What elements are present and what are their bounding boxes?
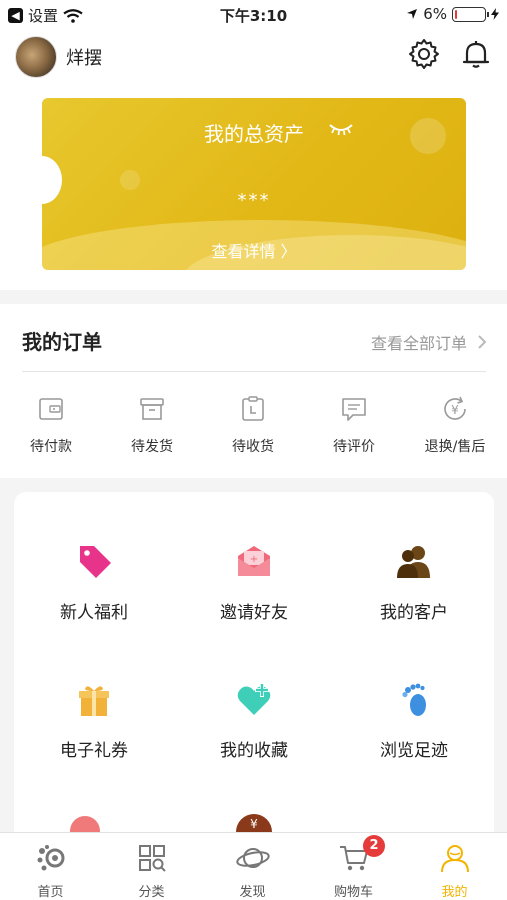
order-pending-receipt[interactable]: 待收货 <box>208 394 298 456</box>
people-icon <box>397 546 430 578</box>
order-after-sales[interactable]: ¥ 退换/售后 <box>410 394 500 456</box>
service-e-gift-cards[interactable]: 电子礼券 <box>14 680 174 761</box>
partial-yen-icon[interactable]: ¥ <box>236 814 272 832</box>
assets-value: *** <box>237 190 271 211</box>
battery-icon <box>452 6 489 22</box>
clipboard-clock-icon <box>242 396 264 421</box>
charging-bolt-icon <box>491 8 499 20</box>
avatar[interactable] <box>15 36 57 78</box>
tab-home[interactable]: 首页 <box>0 841 101 900</box>
service-label: 新人福利 <box>60 603 128 623</box>
yen-refresh-icon: ¥ <box>444 396 466 420</box>
bottom-tab-bar: 首页 分类 发现 2 购物车 我的 <box>0 832 507 900</box>
services-grid: 新人福利 + 邀请好友 我的客户 电子礼券 我的收藏 浏览足迹 ¥ <box>14 492 494 852</box>
service-label: 浏览足迹 <box>380 741 448 761</box>
order-pending-review[interactable]: 待评价 <box>309 394 399 456</box>
view-all-orders-label: 查看全部订单 <box>370 334 467 353</box>
planet-icon <box>235 848 270 868</box>
orders-section: 我的订单 查看全部订单 待付款 待发货 待收货 待评价 ¥ 退换/售后 <box>0 304 507 478</box>
order-pending-payment[interactable]: 待付款 <box>6 394 96 456</box>
gear-icon[interactable] <box>408 38 440 70</box>
view-details-link[interactable]: 查看详情 〉 <box>42 238 466 262</box>
service-label: 邀请好友 <box>220 603 288 623</box>
partial-service-icon[interactable] <box>70 816 100 832</box>
order-label: 待评价 <box>333 439 375 455</box>
order-label: 待付款 <box>30 439 72 455</box>
tab-label: 发现 <box>239 885 266 900</box>
tab-discover[interactable]: 发现 <box>202 841 303 900</box>
total-assets-card[interactable]: 我的总资产 *** 查看详情 〉 <box>42 98 466 270</box>
tab-label: 购物车 <box>333 885 373 900</box>
chat-icon <box>342 398 366 421</box>
service-my-favorites[interactable]: 我的收藏 <box>174 680 334 761</box>
gift-icon <box>79 686 109 716</box>
bell-icon[interactable] <box>460 38 492 70</box>
profile-header: 烊摆 我的总资产 *** 查看详情 〉 <box>0 30 507 290</box>
service-browsing-history[interactable]: 浏览足迹 <box>334 680 494 761</box>
tab-label: 分类 <box>138 885 165 900</box>
order-pending-shipment[interactable]: 待发货 <box>107 394 197 456</box>
battery-percent: 6% <box>423 5 447 23</box>
order-label: 待发货 <box>131 439 173 455</box>
tab-label: 首页 <box>37 885 64 900</box>
tab-me[interactable]: 我的 <box>404 841 505 900</box>
divider <box>22 371 486 372</box>
orders-title: 我的订单 <box>22 330 102 354</box>
order-label: 退换/售后 <box>424 439 486 455</box>
tab-label: 我的 <box>441 885 468 900</box>
service-invite-friends[interactable]: + 邀请好友 <box>174 542 334 623</box>
cart-count-badge: 2 <box>363 835 385 857</box>
location-arrow-icon <box>407 9 418 19</box>
svg-text:+: + <box>250 554 258 565</box>
tag-icon <box>80 546 111 578</box>
status-bar: ◀ 设置 下午3:10 6% <box>0 0 507 30</box>
home-icon <box>37 845 64 871</box>
envelope-icon: + <box>238 546 270 576</box>
chevron-right-icon <box>478 335 487 349</box>
footprint-icon <box>402 683 426 716</box>
service-label: 电子礼券 <box>60 741 128 761</box>
user-icon <box>440 845 469 873</box>
heart-plus-icon <box>237 683 271 715</box>
eye-closed-icon[interactable] <box>328 122 354 136</box>
service-new-user-benefits[interactable]: 新人福利 <box>14 542 174 623</box>
service-label: 我的收藏 <box>220 741 288 761</box>
assets-title: 我的总资产 <box>204 122 304 146</box>
tab-cart[interactable]: 2 购物车 <box>303 835 404 900</box>
box-icon <box>140 398 164 420</box>
service-label: 我的客户 <box>380 603 448 623</box>
category-icon <box>138 845 166 872</box>
order-label: 待收货 <box>232 439 274 455</box>
view-all-orders-link[interactable]: 查看全部订单 <box>371 330 487 354</box>
username[interactable]: 烊摆 <box>66 44 102 70</box>
wallet-icon <box>39 398 63 420</box>
tab-category[interactable]: 分类 <box>101 841 202 900</box>
service-my-customers[interactable]: 我的客户 <box>334 542 494 623</box>
svg-text:¥: ¥ <box>451 403 459 417</box>
